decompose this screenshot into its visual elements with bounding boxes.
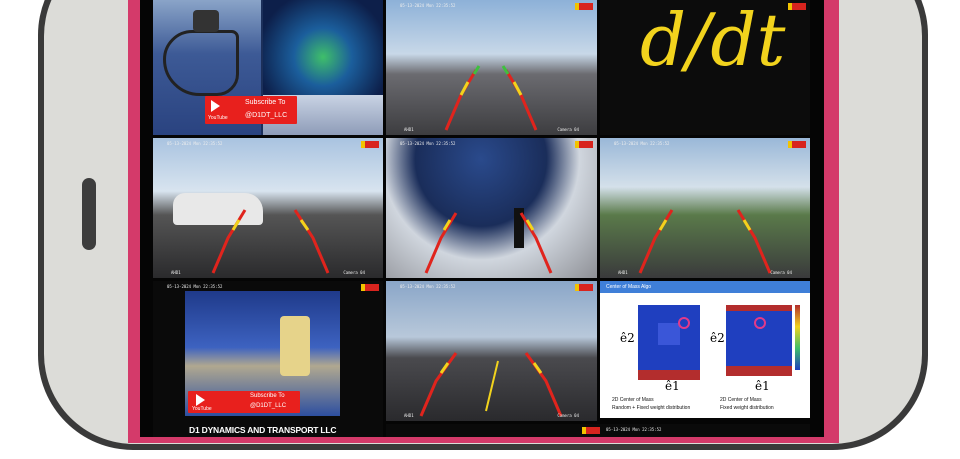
youtube-play-icon: [211, 100, 220, 112]
video-collage-screen: Subscribe To @D1DT_LLC YouTube D1 DYNAMI…: [140, 0, 824, 437]
dashcam-tile-5[interactable]: 05-13-2024 Mon 22:35:52 AHD1 Camera 04: [386, 281, 597, 421]
dashcam-timestamp: 05-13-2024 Mon 22:35:52: [606, 427, 662, 432]
heatmap-left: [638, 305, 700, 380]
center-of-mass-title: Center of Mass Algo: [606, 284, 652, 290]
axis-y-label-right: ê2: [710, 331, 725, 345]
center-of-mass-header: Center of Mass Algo: [600, 281, 810, 293]
lidar-pointcloud: [263, 0, 383, 95]
axis-y-label-left: ê2: [620, 331, 635, 345]
dashcam-right-label: Camera 04: [343, 270, 365, 275]
heatmap-right: [726, 305, 792, 376]
youtube-handle: @D1DT_LLC: [250, 403, 287, 409]
dashcam-tile-1[interactable]: 05-13-2024 Mon 22:35:52 AHD1 Camera 04: [386, 0, 597, 135]
dashcam-right-label: Camera 04: [557, 413, 579, 418]
youtube-label: YouTube: [192, 406, 212, 412]
youtube-subscribe-badge[interactable]: Subscribe To @D1DT_LLC YouTube: [205, 96, 297, 124]
parking-guides: [419, 352, 563, 417]
center-of-mass-marker: [678, 317, 690, 329]
phone-side-button[interactable]: [82, 178, 96, 250]
dashcam-left-label: AHD1: [404, 413, 414, 418]
caption-title-right: 2D Center of Mass: [720, 397, 762, 403]
dashcam-left-label: AHD1: [171, 270, 181, 275]
youtube-subscribe-text: Subscribe To: [245, 99, 286, 106]
youtube-subscribe-badge[interactable]: Subscribe To @D1DT_LLC YouTube: [188, 391, 300, 413]
parking-guides: [424, 212, 553, 274]
flag-icon: [582, 427, 600, 434]
youtube-label: YouTube: [208, 115, 228, 121]
dashcam-left-label: AHD1: [404, 127, 414, 132]
dashcam-tile-4[interactable]: 05-13-2024 Mon 22:35:52 AHD1 Camera 04: [600, 138, 810, 278]
flag-icon: [361, 284, 379, 291]
brand-name: D1 DYNAMICS AND TRANSPORT LLC: [189, 425, 337, 435]
dashcam-timestamp: 05-13-2024 Mon 22:35:52: [167, 284, 223, 289]
center-of-mass-marker: [754, 317, 766, 329]
dashcam-right-label: Camera 04: [770, 270, 792, 275]
parking-guides: [638, 209, 772, 274]
caption-left: Random + Fixed weight distribution: [612, 405, 691, 411]
parking-guides: [211, 209, 330, 274]
youtube-handle: @D1DT_LLC: [245, 112, 288, 119]
youtube-play-icon: [196, 394, 205, 406]
dashcam-left-label: AHD1: [618, 270, 628, 275]
youtube-subscribe-text: Subscribe To: [250, 393, 285, 399]
dashcam-strip-bottom: 05-13-2024 Mon 22:35:52: [386, 424, 810, 437]
handwriting-text: d/dt: [640, 0, 786, 82]
axis-x-label-right: ê1: [755, 379, 770, 393]
flag-icon: [788, 3, 806, 10]
handwriting-tile[interactable]: d/dt: [600, 0, 810, 135]
axis-x-label-left: ê1: [665, 379, 680, 393]
caption-right: Fixed weight distribution: [720, 405, 774, 411]
dashcam-tile-3[interactable]: 05-13-2024 Mon 22:35:52: [386, 138, 597, 278]
robot-lidar-tile[interactable]: Subscribe To @D1DT_LLC YouTube D1 DYNAMI…: [153, 0, 383, 135]
dashcam-right-label: Camera 04: [557, 127, 579, 132]
parking-guides: [444, 65, 538, 131]
brand-banner: D1 DYNAMICS AND TRANSPORT LLC: [153, 423, 383, 437]
dashcam-tile-2[interactable]: 05-13-2024 Mon 22:35:52 AHD1 Camera 04: [153, 138, 383, 278]
caption-title-left: 2D Center of Mass: [612, 397, 654, 403]
center-of-mass-tile[interactable]: Center of Mass Algo ê2 ê1 ê2 ê1 2D Cente…: [600, 281, 810, 418]
robot-house-tile[interactable]: 05-13-2024 Mon 22:35:52 Subscribe To @D1…: [153, 281, 383, 437]
colorbar: [795, 305, 800, 370]
